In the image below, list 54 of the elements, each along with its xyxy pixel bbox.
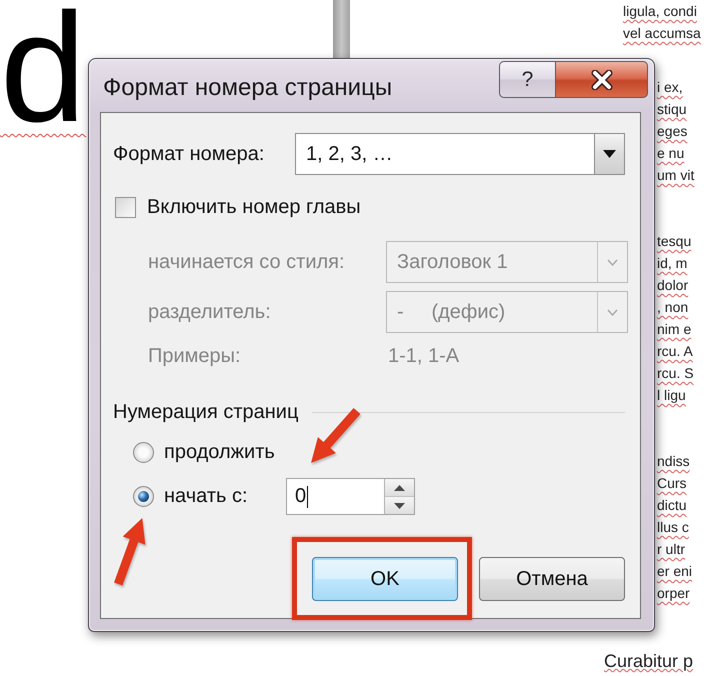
- document-text-line: dolor: [657, 276, 688, 295]
- ok-button[interactable]: OK: [312, 557, 458, 601]
- document-text-line: rcu. S: [657, 364, 694, 383]
- example-value-text: 1-1, 1-A: [387, 344, 460, 368]
- document-text-line: i ex,: [657, 78, 683, 97]
- document-text-line: l ligu: [657, 386, 686, 405]
- cancel-button[interactable]: Отмена: [479, 557, 625, 601]
- checkbox-option[interactable]: Включить номер главы: [115, 196, 361, 218]
- field-label: Формат номера:: [113, 142, 266, 166]
- close-icon: [590, 70, 614, 90]
- document-text-line: Curs: [657, 474, 687, 493]
- radio-option[interactable]: продолжить: [133, 441, 275, 464]
- checkbox-icon[interactable]: [115, 196, 136, 218]
- number-input-field[interactable]: 0: [286, 478, 415, 515]
- text-cursor-icon: [307, 486, 308, 508]
- document-text-line: Curabitur p: [604, 650, 694, 672]
- document-text-line: r ultr: [657, 540, 685, 559]
- document-text-line: e nu: [657, 144, 684, 163]
- document-text-line: eges: [657, 122, 688, 141]
- spin-up-button[interactable]: [385, 479, 414, 497]
- document-text-line: ligula, condi: [623, 2, 697, 21]
- document-text-line: nim e: [657, 320, 692, 339]
- document-text-line: orper: [657, 584, 690, 603]
- document-text-line: tesqu: [657, 232, 692, 251]
- dialog-title: Формат номера страницы: [102, 73, 394, 102]
- document-text-line: dictu: [657, 496, 687, 515]
- group-title: Нумерация страниц: [113, 400, 298, 424]
- document-text-line: , non: [657, 298, 688, 317]
- radio-button-icon[interactable]: [133, 486, 154, 507]
- document-text-line: llus c: [657, 518, 689, 537]
- close-button[interactable]: [555, 61, 648, 98]
- field-label: Примеры:: [148, 344, 242, 368]
- up-triangle-icon: [394, 484, 405, 490]
- down-triangle-icon: [603, 150, 616, 158]
- page-gap-bar: [333, 0, 350, 60]
- down-triangle-icon: [394, 502, 405, 508]
- document-text-line: ndiss: [657, 452, 690, 471]
- document-text-line: vel accumsa: [623, 24, 701, 43]
- document-text-line: er eni: [657, 562, 692, 581]
- field-label: разделитель:: [148, 300, 272, 324]
- radio-option[interactable]: начать с:: [133, 485, 248, 508]
- large-heading-text: d: [0, 0, 86, 145]
- dropdown-arrow-button[interactable]: [594, 134, 624, 174]
- radio-button-icon[interactable]: [133, 442, 154, 463]
- chevron-down-icon: [607, 258, 618, 266]
- document-text-line: um vit: [657, 166, 694, 185]
- spin-down-button[interactable]: [385, 497, 414, 514]
- document-text-line: stiqu: [657, 100, 687, 119]
- field-label: начинается со стиля:: [148, 250, 346, 274]
- help-button[interactable]: ?: [499, 61, 555, 98]
- document-text-line: rcu. A: [657, 342, 693, 361]
- number-format-dropdown[interactable]: 1, 2, 3, …: [295, 133, 625, 175]
- chevron-down-icon: [607, 308, 618, 316]
- document-text-line: id, m: [657, 254, 688, 273]
